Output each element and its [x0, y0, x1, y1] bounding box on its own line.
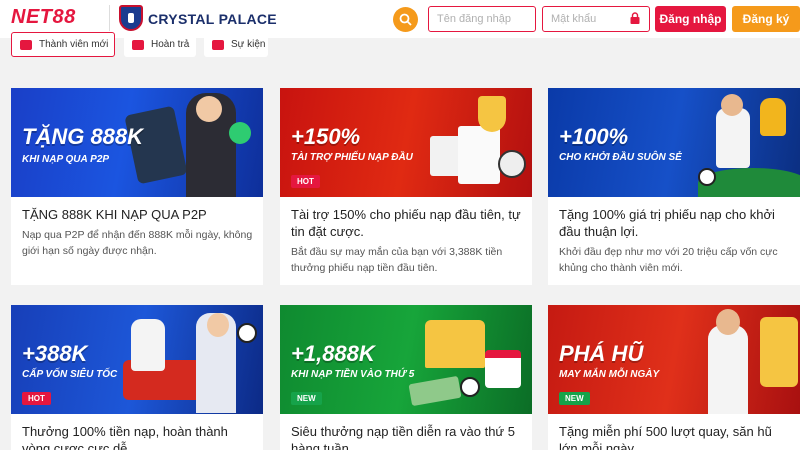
- card-title: Tặng miễn phí 500 lượt quay, săn hũ lớn …: [559, 424, 772, 450]
- event-icon: [212, 39, 224, 50]
- banner-decor: [716, 108, 750, 168]
- banner-subtitle: KHI NẠP QUA P2P: [22, 154, 110, 165]
- search-button[interactable]: [393, 7, 418, 32]
- card-title: Siêu thưởng nạp tiền diễn ra vào thứ 5 h…: [291, 424, 515, 450]
- gift-icon: [20, 39, 32, 50]
- banner-subtitle: CẤP VỐN SIÊU TỐC: [22, 369, 118, 380]
- tab-label: Sự kiện: [231, 39, 266, 50]
- promo-card[interactable]: +388K CẤP VỐN SIÊU TỐC HOT Thưởng 100% t…: [11, 305, 263, 450]
- banner-decor: [458, 126, 500, 184]
- card-description: Bắt đầu sự may mắn của bạn với 3,388K ti…: [291, 246, 503, 274]
- banner-decor: [721, 94, 743, 116]
- username-input[interactable]: [428, 6, 536, 32]
- promo-card[interactable]: PHÁ HŨ MAY MẮN MỖI NGÀY NEW Tặng miễn ph…: [548, 305, 800, 450]
- banner-subtitle: CHO KHỞI ĐẦU SUÔN SẺ: [559, 152, 682, 163]
- tab-events[interactable]: Sự kiện: [204, 32, 268, 57]
- promo-banner: +388K CẤP VỐN SIÊU TỐC HOT: [11, 305, 263, 414]
- banner-decor: [698, 168, 716, 186]
- promo-card[interactable]: +1,888K KHI NẠP TIỀN VÀO THỨ 5 NEW Siêu …: [280, 305, 532, 450]
- card-title: Thưởng 100% tiền nạp, hoàn thành vòng cư…: [22, 424, 228, 450]
- tab-new-member[interactable]: Thành viên mới: [11, 32, 115, 57]
- card-title: TẶNG 888K KHI NẠP QUA P2P: [22, 207, 207, 222]
- new-badge: NEW: [291, 392, 322, 405]
- banner-decor: [237, 323, 257, 343]
- banner-title: +150%: [291, 124, 361, 149]
- login-button[interactable]: Đăng nhập: [655, 6, 726, 32]
- rebate-icon: [132, 39, 144, 50]
- banner-title: +100%: [559, 124, 629, 149]
- banner-decor: [478, 96, 506, 132]
- net88-logo[interactable]: NET88: [11, 6, 76, 29]
- banner-title: +388K: [22, 341, 88, 366]
- banner-decor: [131, 319, 165, 371]
- card-title: Tài trợ 150% cho phiếu nạp đầu tiên, tự …: [291, 207, 521, 239]
- tab-rebate[interactable]: Hoàn trả: [124, 32, 196, 57]
- promo-card[interactable]: +150% TÀI TRỢ PHIẾU NẠP ĐẦU HOT Tài trợ …: [280, 88, 532, 285]
- banner-decor: [408, 375, 462, 407]
- card-description: Nạp qua P2P để nhận đến 888K mỗi ngày, k…: [22, 229, 253, 257]
- register-button[interactable]: Đăng ký: [732, 6, 800, 32]
- banner-subtitle: TÀI TRỢ PHIẾU NẠP ĐẦU: [291, 152, 413, 163]
- banner-title: PHÁ HŨ: [559, 341, 644, 366]
- promo-card[interactable]: TẶNG 888K KHI NẠP QUA P2P TẶNG 888K KHI …: [11, 88, 263, 285]
- banner-decor: [460, 377, 480, 397]
- card-description: Khởi đầu đẹp như mơ với 20 triệu cấp vốn…: [559, 246, 778, 274]
- tab-label: Thành viên mới: [39, 39, 109, 50]
- banner-decor: [485, 350, 521, 388]
- promo-banner: +1,888K KHI NẠP TIỀN VÀO THỨ 5 NEW: [280, 305, 532, 414]
- banner-title: +1,888K: [291, 341, 375, 366]
- promo-banner: +100% CHO KHỞI ĐẦU SUÔN SẺ: [548, 88, 800, 197]
- banner-decor: [716, 309, 740, 335]
- banner-decor: [196, 96, 222, 122]
- banner-decor: [760, 317, 798, 387]
- banner-decor: [498, 150, 526, 178]
- promo-banner: PHÁ HŨ MAY MẮN MỖI NGÀY NEW: [548, 305, 800, 414]
- banner-decor: [425, 320, 485, 368]
- partner-name: CRYSTAL PALACE: [148, 11, 277, 27]
- crystal-palace-crest-icon: [119, 5, 143, 31]
- site-header: NET88 CRYSTAL PALACE Đăng nhập Đăng ký: [0, 0, 800, 38]
- new-badge: NEW: [559, 392, 590, 405]
- card-title: Tặng 100% giá trị phiếu nạp cho khởi đầu…: [559, 207, 775, 239]
- banner-subtitle: KHI NẠP TIỀN VÀO THỨ 5: [291, 369, 415, 380]
- hot-badge: HOT: [291, 175, 320, 188]
- banner-subtitle: MAY MẮN MỖI NGÀY: [559, 369, 660, 380]
- tab-label: Hoàn trả: [151, 39, 190, 50]
- hot-badge: HOT: [22, 392, 51, 405]
- banner-decor: [760, 98, 786, 136]
- promo-banner: +150% TÀI TRỢ PHIẾU NẠP ĐẦU HOT: [280, 88, 532, 197]
- search-icon: [399, 13, 412, 26]
- banner-title: TẶNG 888K: [22, 124, 144, 149]
- banner-decor: [708, 325, 748, 414]
- promo-card[interactable]: +100% CHO KHỞI ĐẦU SUÔN SẺ Tặng 100% giá…: [548, 88, 800, 285]
- logo-divider: [109, 5, 110, 31]
- lock-icon: [630, 12, 640, 24]
- banner-decor: [207, 313, 229, 337]
- promo-banner: TẶNG 888K KHI NẠP QUA P2P: [11, 88, 263, 197]
- banner-decor: [229, 122, 251, 144]
